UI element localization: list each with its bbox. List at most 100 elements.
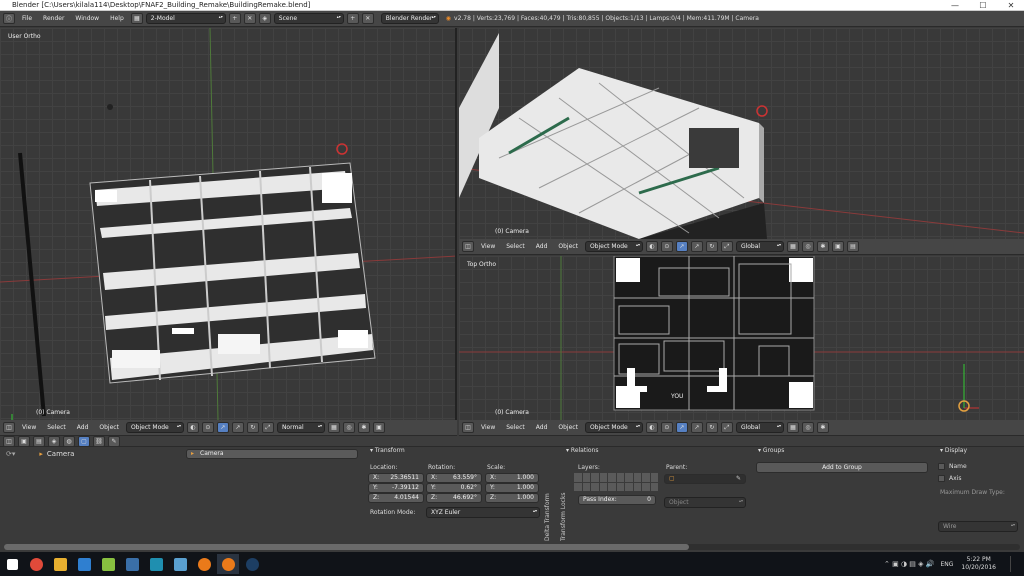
photo-icon[interactable] — [169, 554, 191, 574]
properties-scrollbar[interactable] — [4, 544, 1020, 550]
store-icon[interactable] — [73, 554, 95, 574]
menu-render[interactable]: Render — [39, 15, 68, 22]
layer-grid[interactable] — [574, 473, 658, 491]
scrollbar-thumb[interactable] — [4, 544, 689, 550]
rotation-z-field[interactable]: Z: 46.692° — [426, 493, 482, 503]
maximize-button[interactable]: ☐ — [970, 0, 996, 11]
scene-tab-icon[interactable]: ◈ — [48, 435, 60, 447]
data-tab-icon[interactable]: ✎ — [108, 435, 120, 447]
menu-view[interactable]: View — [477, 424, 499, 431]
app-icon-2[interactable] — [145, 554, 167, 574]
chrome-icon[interactable] — [25, 554, 47, 574]
shading-icon[interactable]: ◐ — [186, 422, 199, 433]
pivot-icon[interactable]: ⊙ — [660, 422, 673, 433]
add-to-group-button[interactable]: Add to Group — [756, 462, 928, 473]
render-tab-icon[interactable]: ▣ — [18, 435, 30, 447]
remove-scene-button[interactable]: ✕ — [361, 13, 374, 24]
scale-x-field[interactable]: X: 1.000 — [485, 473, 539, 483]
camera-icon[interactable]: ▤ — [846, 241, 859, 252]
groups-panel-header[interactable]: ▾ Groups — [758, 447, 784, 454]
menu-object[interactable]: Object — [554, 243, 582, 250]
outliner-item[interactable]: Camera — [47, 450, 74, 458]
translate-icon[interactable]: ↗ — [690, 422, 703, 433]
parent-field[interactable]: ▢ ✎ — [664, 474, 746, 484]
location-z-field[interactable]: Z: 4.01544 — [368, 493, 424, 503]
menu-object[interactable]: Object — [554, 424, 582, 431]
relations-panel-header[interactable]: ▾ Relations — [566, 447, 598, 454]
orientation-select[interactable]: Global — [735, 422, 784, 433]
blender-icon-2[interactable] — [217, 554, 239, 574]
parent-type-select[interactable]: Object — [664, 497, 746, 508]
scale-z-field[interactable]: Z: 1.000 — [485, 493, 539, 503]
app-icon[interactable] — [121, 554, 143, 574]
editor-type-icon[interactable]: ◫ — [3, 435, 15, 447]
scene-select[interactable]: Scene — [273, 13, 344, 24]
snap-icon[interactable]: ◎ — [801, 241, 814, 252]
steam-icon[interactable] — [241, 554, 263, 574]
menu-object[interactable]: Object — [95, 424, 123, 431]
proportional-icon[interactable]: ✱ — [816, 241, 829, 252]
viewport-top-right[interactable]: (0) Camera — [459, 28, 1024, 239]
outliner-row[interactable]: ⟳▾ ▸ Camera — [6, 450, 74, 458]
menu-view[interactable]: View — [18, 424, 40, 431]
render-engine-select[interactable]: Blender Render — [380, 13, 439, 24]
notification-icon[interactable] — [1010, 556, 1024, 572]
blender-icon[interactable] — [193, 554, 215, 574]
editor-type-icon[interactable]: ◫ — [462, 422, 474, 433]
menu-select[interactable]: Select — [502, 424, 529, 431]
mode-select[interactable]: Object Mode — [584, 422, 643, 433]
menu-file[interactable]: File — [18, 15, 36, 22]
rotate-icon[interactable]: ↻ — [246, 422, 259, 433]
delta-transform-tab[interactable]: Delta Transform — [544, 451, 554, 541]
rotation-y-field[interactable]: Y: 0.62° — [426, 483, 482, 493]
scale-icon[interactable]: ⤢ — [720, 241, 733, 252]
location-x-field[interactable]: X: 25.36511 — [368, 473, 424, 483]
screen-layout-select[interactable]: 2-Model — [145, 13, 226, 24]
location-y-field[interactable]: Y: -7.39112 — [368, 483, 424, 493]
viewport-bottom-right[interactable]: Top Ortho YOU (0) Camera — [459, 256, 1024, 420]
file-explorer-icon[interactable] — [49, 554, 71, 574]
object-name-field[interactable]: ▸ Camera — [186, 449, 358, 459]
layer-icon[interactable]: ▦ — [327, 422, 340, 433]
rotate-icon[interactable]: ↻ — [705, 422, 718, 433]
menu-add[interactable]: Add — [73, 424, 93, 431]
manipulator-icon[interactable]: ↗ — [216, 422, 229, 433]
manipulator-icon[interactable]: ↗ — [675, 241, 688, 252]
proportional-icon[interactable]: ✱ — [816, 422, 829, 433]
language-indicator[interactable]: ENG — [940, 561, 953, 568]
pass-index-field[interactable]: Pass Index: 0 — [578, 495, 656, 505]
name-checkbox[interactable]: Name — [938, 463, 967, 470]
layer-icon[interactable]: ▦ — [786, 241, 799, 252]
mode-select[interactable]: Object Mode — [584, 241, 643, 252]
add-screen-button[interactable]: + — [228, 13, 241, 24]
close-button[interactable]: ✕ — [998, 0, 1024, 11]
orientation-select[interactable]: Normal — [276, 422, 325, 433]
menu-help[interactable]: Help — [106, 15, 128, 22]
menu-view[interactable]: View — [477, 243, 499, 250]
remove-screen-button[interactable]: ✕ — [243, 13, 256, 24]
screen-layout-icon[interactable]: ▦ — [130, 13, 143, 24]
transform-panel-header[interactable]: ▾ Transform — [370, 447, 405, 454]
editor-type-icon[interactable]: ◫ — [462, 241, 474, 252]
shading-icon[interactable]: ◐ — [645, 241, 658, 252]
menu-select[interactable]: Select — [502, 243, 529, 250]
pivot-icon[interactable]: ⊙ — [201, 422, 214, 433]
snap-icon[interactable]: ◎ — [801, 422, 814, 433]
scene-icon[interactable]: ◈ — [258, 13, 271, 24]
scale-y-field[interactable]: Y: 1.000 — [485, 483, 539, 493]
rotate-icon[interactable]: ↻ — [705, 241, 718, 252]
render-icon[interactable]: ▣ — [831, 241, 844, 252]
rotation-mode-select[interactable]: XYZ Euler — [426, 507, 540, 518]
shading-icon[interactable]: ◐ — [645, 422, 658, 433]
minimize-button[interactable]: — — [942, 0, 968, 11]
translate-icon[interactable]: ↗ — [231, 422, 244, 433]
editor-type-icon[interactable]: ◫ — [3, 422, 15, 433]
render-icon[interactable]: ▣ — [372, 422, 385, 433]
mode-select[interactable]: Object Mode — [125, 422, 184, 433]
proportional-icon[interactable]: ✱ — [357, 422, 370, 433]
snap-icon[interactable]: ◎ — [342, 422, 355, 433]
editor-type-icon[interactable]: ⓘ — [3, 13, 15, 24]
translate-icon[interactable]: ↗ — [690, 241, 703, 252]
rotation-x-field[interactable]: X: 63.559° — [426, 473, 482, 483]
world-tab-icon[interactable]: ◍ — [63, 435, 75, 447]
